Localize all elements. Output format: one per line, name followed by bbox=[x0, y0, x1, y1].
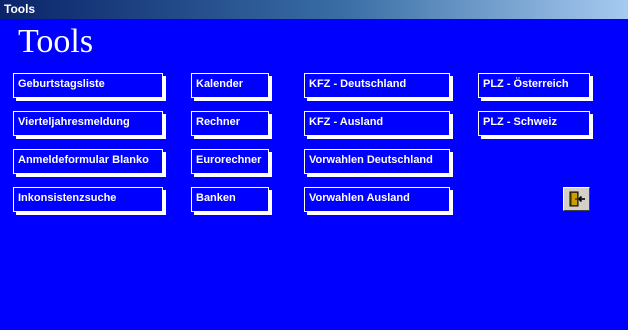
kfz-ausland-button[interactable]: KFZ - Ausland bbox=[304, 111, 450, 136]
anmeldeformular-blanko-button[interactable]: Anmeldeformular Blanko bbox=[13, 149, 163, 174]
page-title: Tools bbox=[18, 23, 94, 60]
vorwahlen-ausland-button[interactable]: Vorwahlen Ausland bbox=[304, 187, 450, 212]
kalender-button[interactable]: Kalender bbox=[191, 73, 269, 98]
plz-schweiz-button[interactable]: PLZ - Schweiz bbox=[478, 111, 590, 136]
plz-oesterreich-button[interactable]: PLZ - Österreich bbox=[478, 73, 590, 98]
window-titlebar: Tools bbox=[0, 0, 628, 19]
geburtstagsliste-button[interactable]: Geburtstagsliste bbox=[13, 73, 163, 98]
vorwahlen-deutschland-button[interactable]: Vorwahlen Deutschland bbox=[304, 149, 450, 174]
rechner-button[interactable]: Rechner bbox=[191, 111, 269, 136]
banken-button[interactable]: Banken bbox=[191, 187, 269, 212]
eurorechner-button[interactable]: Eurorechner bbox=[191, 149, 269, 174]
inkonsistenzsuche-button[interactable]: Inkonsistenzsuche bbox=[13, 187, 163, 212]
window-title: Tools bbox=[4, 2, 36, 16]
exit-door-icon bbox=[569, 191, 585, 207]
vierteljahresmeldung-button[interactable]: Vierteljahresmeldung bbox=[13, 111, 163, 136]
exit-button[interactable] bbox=[563, 187, 590, 211]
kfz-deutschland-button[interactable]: KFZ - Deutschland bbox=[304, 73, 450, 98]
